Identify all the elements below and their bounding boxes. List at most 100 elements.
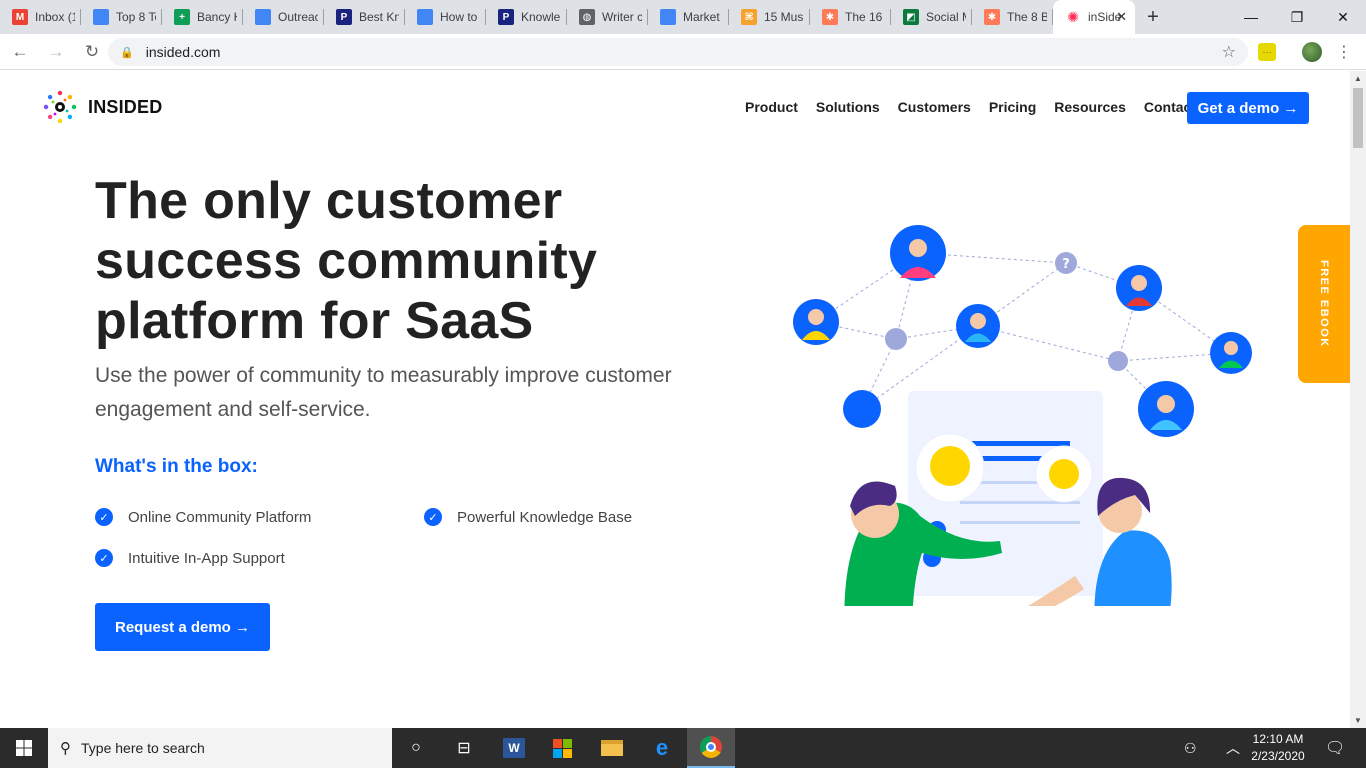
insided-logo[interactable]: INSIDED xyxy=(40,87,162,127)
scroll-up-icon[interactable]: ▲ xyxy=(1354,74,1362,83)
check-icon: ✓ xyxy=(95,549,113,567)
nav-customers[interactable]: Customers xyxy=(898,99,971,115)
clock-time: 12:10 AM xyxy=(1252,732,1304,746)
browser-tab[interactable]: Outreac xyxy=(243,0,324,34)
close-window-icon[interactable]: ✕ xyxy=(1320,0,1366,34)
browser-tab[interactable]: ⌘ 15 Mus xyxy=(729,0,810,34)
p-icon: P xyxy=(498,9,514,25)
tab-title: Knowle xyxy=(521,10,561,24)
people-icon[interactable]: ⚇ xyxy=(1184,728,1197,768)
gmail-icon: M xyxy=(12,9,28,25)
docs-icon xyxy=(255,9,271,25)
profile-avatar[interactable] xyxy=(1302,42,1322,62)
chrome-app-icon[interactable] xyxy=(687,728,735,768)
nav-pricing[interactable]: Pricing xyxy=(989,99,1036,115)
task-view-icon[interactable]: ⊟ xyxy=(440,728,488,768)
svg-text:?: ? xyxy=(1062,257,1070,272)
browser-tab[interactable]: Market xyxy=(648,0,729,34)
taskbar-search-placeholder: Type here to search xyxy=(81,740,205,756)
tab-title: Writer c xyxy=(602,10,642,24)
new-tab-icon[interactable]: + xyxy=(1135,0,1171,34)
docs-icon xyxy=(417,9,433,25)
edge-browser-icon[interactable]: e xyxy=(638,728,686,768)
tab-title: The 16 I xyxy=(845,10,885,24)
store-app-icon[interactable] xyxy=(538,728,586,768)
clock-date: 2/23/2020 xyxy=(1251,749,1305,763)
start-button[interactable] xyxy=(0,728,48,768)
browser-tab[interactable]: ✱ The 8 B xyxy=(972,0,1053,34)
back-icon[interactable]: ← xyxy=(4,36,36,68)
address-bar[interactable]: 🔒 insided.com ☆ xyxy=(108,38,1248,66)
nav-resources[interactable]: Resources xyxy=(1054,99,1126,115)
feature-label: Intuitive In-App Support xyxy=(128,549,285,567)
tab-title: The 8 B xyxy=(1007,10,1047,24)
hero-headline: The only customer success community plat… xyxy=(95,172,598,350)
docs-icon xyxy=(660,9,676,25)
tray-chevron-icon[interactable]: ︿ xyxy=(1226,728,1240,768)
tab-title: 15 Mus xyxy=(764,10,804,24)
browser-tab[interactable]: M Inbox (1 xyxy=(0,0,81,34)
url-text: insided.com xyxy=(145,44,221,60)
tab-title: Market xyxy=(683,10,720,24)
feature-item: ✓ Powerful Knowledge Base xyxy=(424,508,632,526)
browser-tab[interactable]: ✺ inSide ✕ xyxy=(1053,0,1135,34)
notifications-icon[interactable]: 🗨 xyxy=(1325,728,1345,768)
minimize-icon[interactable]: — xyxy=(1228,0,1274,34)
check-icon: ✓ xyxy=(424,508,442,526)
web-page: INSIDED Product Solutions Customers Pric… xyxy=(0,71,1350,728)
browser-toolbar: ← → ↻ 🔒 insided.com ☆ ··· ⋮ xyxy=(0,34,1366,70)
hubspot-icon: ✱ xyxy=(984,9,1000,25)
browser-tab[interactable]: ◍ Writer c xyxy=(567,0,648,34)
windows-taskbar: ⚲ Type here to search ○ ⊟ W e ⚇ ︿ 12:10 … xyxy=(0,728,1366,768)
page-scrollbar[interactable]: ▲ ▼ xyxy=(1350,71,1366,728)
sheet-icon: ◩ xyxy=(903,9,919,25)
get-demo-button[interactable]: Get a demo → xyxy=(1187,92,1309,124)
free-ebook-tab[interactable]: FREE EBOOK xyxy=(1298,225,1350,383)
forward-icon[interactable]: → xyxy=(40,36,72,68)
word-app-icon[interactable]: W xyxy=(490,728,538,768)
feature-label: Powerful Knowledge Base xyxy=(457,508,633,526)
reload-icon[interactable]: ↻ xyxy=(76,36,108,68)
main-nav: Product Solutions Customers Pricing Reso… xyxy=(745,99,1196,115)
docs-icon xyxy=(93,9,109,25)
browser-tab[interactable]: P Best Kn xyxy=(324,0,405,34)
browser-tab[interactable]: ◩ Social M xyxy=(891,0,972,34)
scrollbar-thumb[interactable] xyxy=(1353,88,1363,148)
request-demo-button[interactable]: Request a demo → xyxy=(95,603,270,651)
hubspot-icon: ⌘ xyxy=(741,9,757,25)
tab-strip: M Inbox (1 Top 8 To + Bancy K Outreac P Best Kn… xyxy=(0,0,1366,34)
tab-title: How to xyxy=(440,10,478,24)
browser-tab[interactable]: Top 8 To xyxy=(81,0,162,34)
taskbar-search-input[interactable]: ⚲ Type here to search xyxy=(48,728,392,768)
nav-product[interactable]: Product xyxy=(745,99,798,115)
lock-icon: 🔒 xyxy=(120,46,134,59)
browser-tab[interactable]: P Knowle xyxy=(486,0,567,34)
browser-tab[interactable]: + Bancy K xyxy=(162,0,243,34)
scroll-down-icon[interactable]: ▼ xyxy=(1354,716,1362,725)
tab-close-icon[interactable]: ✕ xyxy=(1116,9,1127,25)
maximize-icon[interactable]: ❐ xyxy=(1274,0,1320,34)
extension-icon[interactable]: ··· xyxy=(1258,43,1276,61)
tab-title: Best Kn xyxy=(359,10,399,24)
brand-name: INSIDED xyxy=(88,96,163,117)
features-title: What's in the box: xyxy=(95,456,258,477)
bookmark-star-icon[interactable]: ☆ xyxy=(1222,42,1236,62)
check-icon: ✓ xyxy=(95,508,113,526)
sheets-icon: + xyxy=(174,9,190,25)
feature-item: ✓ Intuitive In-App Support xyxy=(95,549,285,567)
free-ebook-label: FREE EBOOK xyxy=(1318,260,1330,348)
tab-title: Bancy K xyxy=(197,10,237,24)
browser-tab[interactable]: How to xyxy=(405,0,486,34)
community-illustration: ? xyxy=(793,225,1252,606)
file-explorer-icon[interactable] xyxy=(588,728,636,768)
hero-subheadline: Use the power of community to measurably… xyxy=(95,364,672,421)
insided-icon: ✺ xyxy=(1065,9,1081,25)
cortana-icon[interactable]: ○ xyxy=(392,728,440,768)
nav-solutions[interactable]: Solutions xyxy=(816,99,880,115)
chrome-menu-icon[interactable]: ⋮ xyxy=(1336,42,1352,62)
browser-tab[interactable]: ✱ The 16 I xyxy=(810,0,891,34)
system-clock[interactable]: 12:10 AM 2/23/2020 xyxy=(1246,731,1310,765)
insided-logo-icon xyxy=(43,90,77,124)
globe-icon: ◍ xyxy=(579,9,595,25)
feature-label: Online Community Platform xyxy=(128,508,312,526)
